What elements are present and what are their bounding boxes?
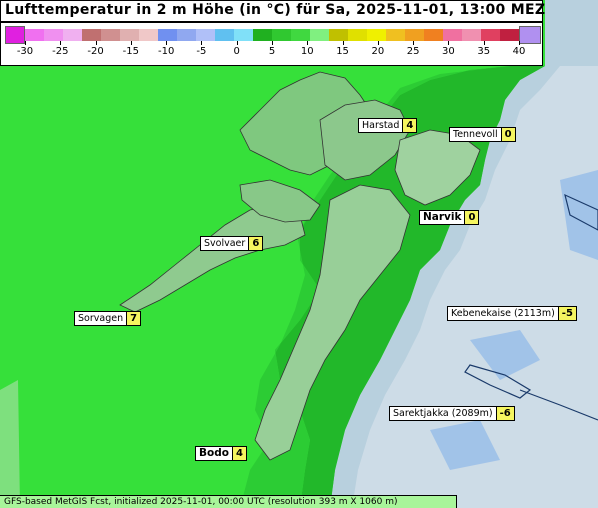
- scale-tick-mark: [25, 41, 26, 45]
- map-title: Lufttemperatur in 2 m Höhe (in °C) für S…: [5, 2, 546, 18]
- scale-tick-label: 35: [477, 46, 491, 57]
- station-name: Kebenekaise (2113m): [447, 306, 559, 321]
- scale-color-cell: [44, 29, 63, 41]
- scale-color-cell: [291, 29, 310, 41]
- station-label-harstad[interactable]: Harstad 4: [358, 118, 418, 133]
- scale-min-swatch: [5, 26, 25, 44]
- scale-tick-mark: [448, 41, 450, 45]
- station-label-tennevoll[interactable]: Tennevoll 0: [449, 127, 516, 142]
- station-name: Tennevoll: [449, 127, 502, 142]
- station-temperature: 4: [232, 446, 247, 461]
- station-label-bodo[interactable]: Bodo 4: [195, 446, 247, 461]
- station-name: Narvik: [419, 210, 466, 225]
- scale-tick-label: -10: [157, 46, 175, 57]
- scale-tick-mark: [519, 41, 520, 45]
- scale-color-cell: [386, 29, 405, 41]
- scale-tick-label: -25: [52, 46, 69, 57]
- station-label-sorvagen[interactable]: Sorvagen 7: [74, 311, 142, 326]
- scale-color-cell: [481, 29, 500, 41]
- scale-tick-mark: [342, 41, 344, 45]
- scale-color-cell: [367, 29, 386, 41]
- western-strip: [0, 380, 20, 508]
- scale-color-cell: [158, 29, 177, 41]
- scale-tick-mark: [60, 41, 62, 45]
- scale-tick-mark: [201, 41, 203, 45]
- station-temperature: 7: [127, 311, 142, 326]
- station-name: Svolvaer: [200, 236, 250, 251]
- scale-color-cell: [348, 29, 367, 41]
- scale-tick-label: 10: [300, 46, 314, 57]
- scale-tick-label: 5: [268, 46, 276, 57]
- station-temperature: -5: [558, 306, 577, 321]
- scale-color-cell: [177, 29, 196, 41]
- scale-color-cell: [310, 29, 329, 41]
- scale-tick-mark: [95, 41, 97, 45]
- scale-color-cell: [215, 29, 234, 41]
- scale-tick-label: 40: [512, 46, 526, 57]
- scale-tick-mark: [413, 41, 415, 45]
- scale-tick-mark: [236, 41, 238, 45]
- station-temperature: 6: [249, 236, 264, 251]
- scale-tick-mark: [483, 41, 485, 45]
- scale-tick-label: 0: [233, 46, 240, 57]
- station-name: Sarektjakka (2089m): [389, 406, 497, 421]
- scale-color-cell: [120, 29, 139, 41]
- scale-tick-label: 20: [371, 46, 385, 57]
- scale-tick-label: 15: [336, 46, 349, 57]
- scale-tick-label: -30: [16, 46, 34, 57]
- scale-color-cell: [424, 29, 443, 41]
- station-temperature: 0: [465, 210, 480, 225]
- station-temperature: -6: [496, 406, 515, 421]
- scale-color-cell: [101, 29, 120, 41]
- scale-tick-label: 30: [442, 46, 455, 57]
- scale-tick-mark: [166, 41, 168, 45]
- scale-tick-label: -20: [87, 46, 104, 57]
- temperature-map: [0, 0, 598, 508]
- scale-color-cell: [234, 29, 253, 41]
- scale-max-swatch: [519, 26, 541, 44]
- station-name: Sorvagen: [74, 311, 128, 326]
- scale-tick-label: -5: [196, 46, 207, 57]
- scale-tick-mark: [272, 41, 273, 45]
- scale-color-cell: [25, 29, 44, 41]
- forecast-footer: GFS-based MetGIS Fcst, initialized 2025-…: [0, 495, 457, 508]
- scale-color-cell: [253, 29, 272, 41]
- station-temperature: 4: [403, 118, 418, 133]
- scale-color-cell: [63, 29, 82, 41]
- station-label-narvik[interactable]: Narvik 0: [419, 210, 480, 225]
- scale-tick-mark: [377, 41, 379, 45]
- scale-tick-mark: [307, 41, 309, 45]
- station-temperature: 0: [501, 127, 516, 142]
- scale-tick-label: -15: [122, 46, 140, 57]
- scale-color-cell: [272, 29, 291, 41]
- scale-bar: [25, 29, 519, 41]
- station-name: Harstad: [358, 118, 404, 133]
- station-name: Bodo: [195, 446, 233, 461]
- scale-color-cell: [196, 29, 215, 41]
- station-label-kebenekaise[interactable]: Kebenekaise (2113m) -5: [447, 306, 577, 321]
- scale-tick-mark: [130, 41, 132, 45]
- scale-color-cell: [82, 29, 101, 41]
- station-label-svolvaer[interactable]: Svolvaer 6: [200, 236, 264, 251]
- color-scale: -30 -25 -20 -15 -10 -5 0 5 10 15 20 25 30 35 40: [0, 22, 543, 66]
- scale-color-cell: [405, 29, 424, 41]
- title-box: Lufttemperatur in 2 m Höhe (in °C) für S…: [0, 0, 546, 22]
- station-label-sarektjakka[interactable]: Sarektjakka (2089m) -6: [389, 406, 515, 421]
- scale-color-cell: [443, 29, 462, 41]
- scale-color-cell: [329, 29, 348, 41]
- scale-color-cell: [462, 29, 481, 41]
- scale-color-cell: [139, 29, 158, 41]
- scale-tick-label: 25: [406, 46, 420, 57]
- scale-color-cell: [500, 29, 519, 41]
